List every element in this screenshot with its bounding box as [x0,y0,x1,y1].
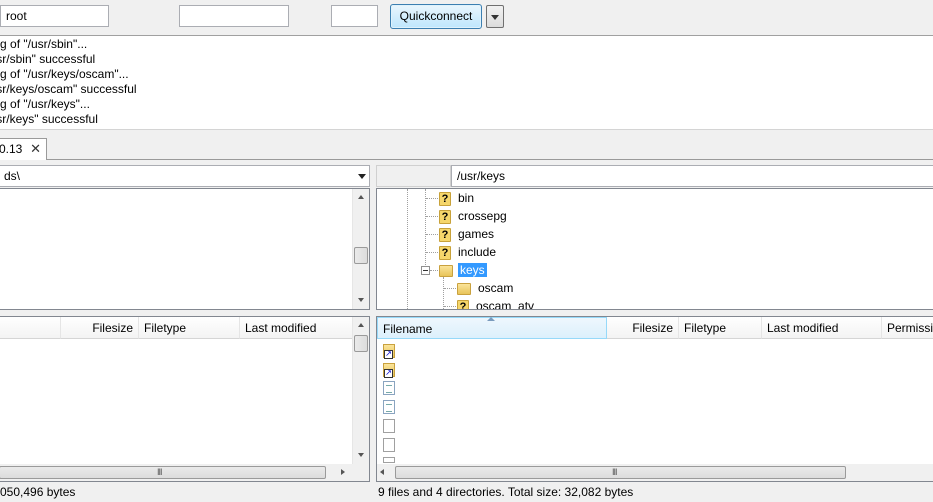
local-list-vscrollbar[interactable] [352,317,369,464]
question-folder-icon: ? [439,245,451,260]
tree-line [426,234,438,235]
connection-tab-bar: 0.13 ✕ [0,130,933,160]
local-path-field[interactable]: ds\ [0,165,370,187]
sort-ascending-icon [487,317,495,321]
username-field[interactable]: root [0,5,109,27]
question-folder-icon: ? [439,209,451,224]
log-line: "/usr/sbin" successful [0,52,96,66]
local-path-text: ds\ [4,169,21,183]
tree-item-label: bin [458,191,475,205]
tree-line [430,270,438,271]
tree-line [425,189,426,269]
log-line: Listing of "/usr/keys/oscam"... [0,67,129,81]
scroll-thumb[interactable] [354,335,368,352]
quickconnect-button[interactable]: Quickconnect [390,4,482,29]
document-icon[interactable] [383,381,395,395]
folder-icon [457,282,471,295]
local-path-dropdown[interactable] [354,165,370,187]
tree-item-oscam[interactable]: oscam [457,279,515,297]
tree-item-label: oscam_atv [476,299,535,310]
tree-item-label: games [458,227,495,241]
local-col-last-modified[interactable]: Last modified [240,317,353,339]
remote-col-filesize[interactable]: Filesize [607,317,679,339]
local-col-filesize[interactable]: Filesize [61,317,139,339]
tree-item-label: include [458,245,497,259]
remote-col-last-modified[interactable]: Last modified [762,317,882,339]
quickconnect-dropdown-button[interactable] [486,5,504,28]
tree-item-label: oscam [478,281,514,295]
folder-link-icon[interactable] [383,363,395,378]
folder-icon [439,264,453,277]
folder-link-icon[interactable] [383,344,395,359]
scroll-left-icon[interactable] [380,464,392,481]
chevron-down-icon [358,174,366,179]
connection-tab[interactable]: 0.13 ✕ [0,138,47,160]
quickconnect-bar: root Quickconnect [0,0,933,35]
scroll-down-icon[interactable] [353,447,369,464]
collapse-icon[interactable] [421,266,430,275]
remote-status-text: 9 files and 4 directories. Total size: 3… [378,485,634,499]
question-folder-icon: ? [439,227,451,242]
remote-path-text: /usr/keys [457,169,506,183]
blank-file-icon[interactable] [383,438,395,452]
scroll-down-icon[interactable] [353,292,369,309]
scroll-thumb[interactable] [354,247,368,264]
tree-item-include[interactable]: ? include [439,243,498,261]
tree-item-oscam-atv[interactable]: ? oscam_atv [457,297,536,310]
pane-splitter[interactable] [370,160,376,502]
remote-path-field[interactable]: /usr/keys [451,165,933,187]
local-status-bar: 050,496 bytes [0,482,370,502]
tree-line [407,189,408,309]
tree-item-bin[interactable]: ? bin [439,189,476,207]
scroll-thumb[interactable]: III [395,466,846,479]
grip-icon: III [612,467,617,477]
log-line: "/usr/keys/oscam" successful [0,82,137,96]
local-col-filename[interactable] [0,317,61,339]
tree-item-keys[interactable]: keys [439,261,487,279]
blank-file-icon[interactable] [383,419,395,433]
remote-col-permissions[interactable]: Permissi [882,317,933,339]
grip-icon: III [157,467,162,477]
remote-col-filetype[interactable]: Filetype [679,317,762,339]
scroll-thumb[interactable]: III [0,466,326,479]
tree-line [426,198,438,199]
tree-line [426,252,438,253]
message-log[interactable]: Listing of "/usr/sbin"... "/usr/sbin" su… [0,35,933,130]
remote-directory-tree[interactable]: ? bin ? crossepg ? games ? include keys osca… [376,188,933,310]
document-icon[interactable] [383,400,395,414]
local-directory-tree[interactable] [0,188,370,310]
tree-item-games[interactable]: ? games [439,225,496,243]
tree-item-label: crossepg [458,209,507,223]
log-line: "/usr/keys" successful [0,112,98,126]
remote-file-list[interactable]: Filename Filesize Filetype Last modified… [376,316,933,482]
close-icon[interactable]: ✕ [30,139,41,159]
local-file-list[interactable]: Filesize Filetype Last modified III [0,316,370,482]
tree-line [444,306,456,307]
tree-line [444,288,456,289]
log-line: Listing of "/usr/keys"... [0,97,90,111]
log-line: Listing of "/usr/sbin"... [0,37,88,51]
question-folder-icon: ? [457,299,469,309]
remote-path-label [376,165,451,187]
local-tree-scrollbar[interactable] [352,189,369,309]
remote-list-hscrollbar[interactable]: III [377,464,933,481]
local-list-hscrollbar[interactable]: III [0,464,369,481]
scroll-up-icon[interactable] [353,317,369,334]
tree-item-crossepg[interactable]: ? crossepg [439,207,509,225]
port-field[interactable] [331,5,378,27]
scroll-up-icon[interactable] [353,189,369,206]
remote-status-bar: 9 files and 4 directories. Total size: 3… [376,482,933,502]
blank-file-icon[interactable] [383,457,395,463]
local-status-text: 050,496 bytes [0,485,76,499]
scroll-right-icon[interactable] [341,464,353,481]
tree-line [426,216,438,217]
tab-label: 0.13 [0,142,23,156]
password-field[interactable] [179,5,289,27]
tree-item-label: keys [458,263,487,277]
local-col-filetype[interactable]: Filetype [139,317,240,339]
question-folder-icon: ? [439,191,451,206]
